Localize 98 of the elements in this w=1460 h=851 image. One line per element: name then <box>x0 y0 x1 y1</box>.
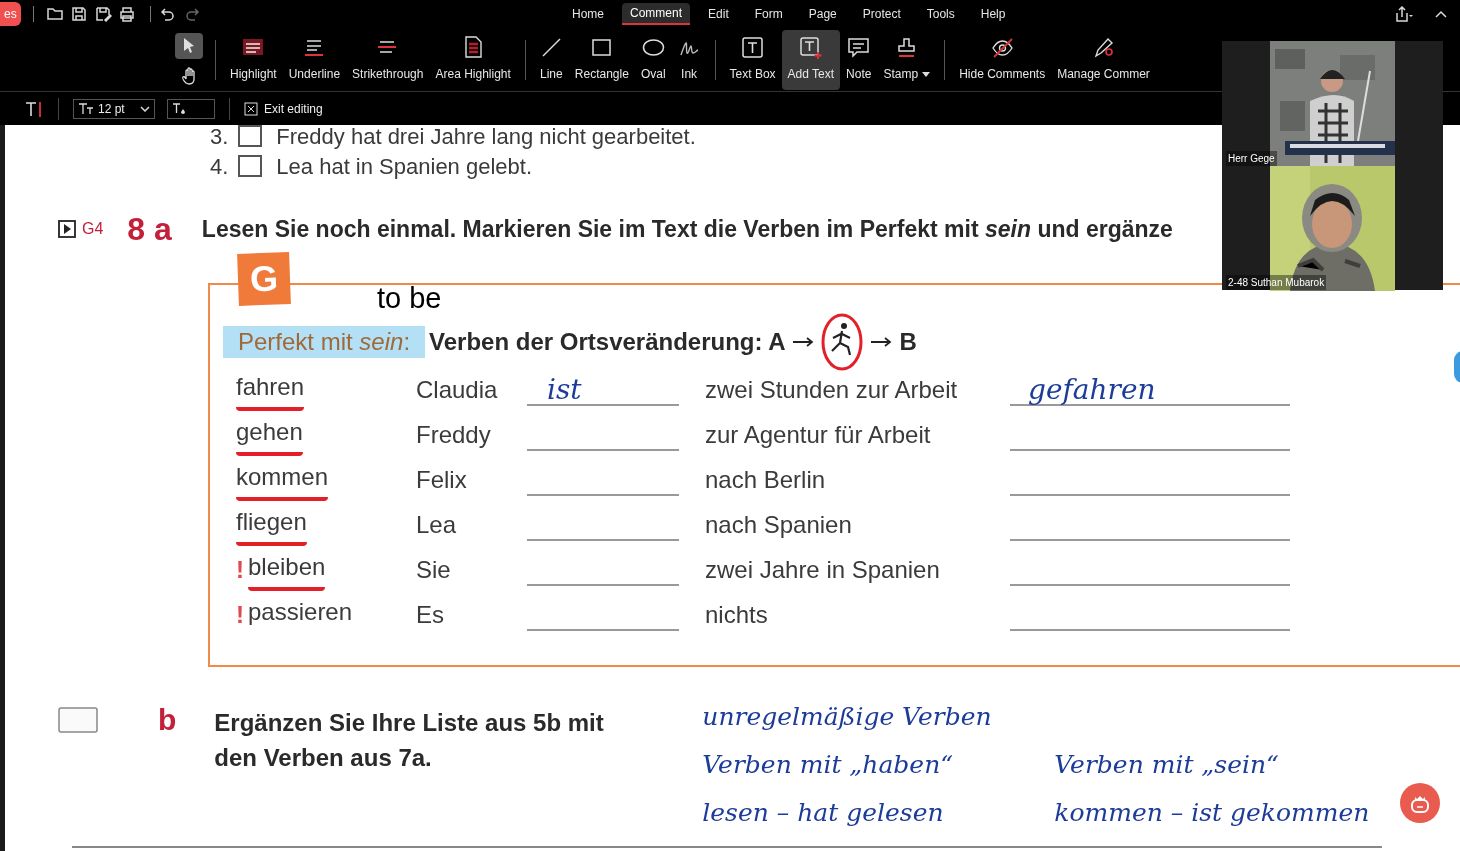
rule-text: Verben der Ortsveränderung: A <box>429 327 786 357</box>
hand-icon <box>181 66 197 85</box>
participant-name: Herr Gege <box>1226 151 1277 166</box>
close-icon <box>244 101 258 116</box>
arrow-icon <box>869 336 894 348</box>
typed-note: to be <box>377 281 442 316</box>
rule-label: Perfekt mit sein: <box>223 326 426 358</box>
text-color-icon <box>172 102 186 115</box>
phrase: nichts <box>705 599 769 630</box>
share-icon <box>1394 6 1414 22</box>
handwritten-note: kommen – ist gekommen <box>1054 796 1370 829</box>
item-number: 3. <box>210 125 229 151</box>
text-cursor-icon <box>24 99 44 118</box>
exercise-letter: b <box>158 705 177 735</box>
tool-button[interactable]: Stamp <box>877 29 937 90</box>
phrase: nach Spanien <box>705 509 853 540</box>
tool-button[interactable]: Line <box>533 29 569 90</box>
collapse-icon <box>1434 9 1448 19</box>
print-icon <box>117 5 136 23</box>
subject: Felix <box>416 464 468 495</box>
verb: kommen <box>236 458 329 501</box>
fill-in-line[interactable]: ist <box>527 373 679 406</box>
subject: Sie <box>416 554 452 585</box>
exercise-instruction: Ergänzen Sie Ihre Liste aus 5b mit den Verben aus 7a. <box>214 708 605 773</box>
menu-tab[interactable]: Tools <box>918 3 963 25</box>
handwritten-note: lesen – hat gelesen <box>702 796 945 829</box>
screen-icon <box>58 707 98 735</box>
rule-text: B <box>899 327 917 357</box>
item-number: 4. <box>210 152 229 181</box>
subject: Freddy <box>416 419 492 450</box>
tool-button[interactable]: Text Box <box>723 29 782 90</box>
phrase: zwei Jahre in Spanien <box>705 554 941 585</box>
subject: Es <box>416 599 445 630</box>
exit-editing-button[interactable]: Exit editing <box>244 99 323 118</box>
fill-in-line[interactable]: gefahren <box>1010 373 1290 406</box>
folder-icon <box>45 5 64 23</box>
verb: bleiben <box>248 548 326 591</box>
undo-icon <box>158 5 177 23</box>
grammar-reference[interactable]: G4 <box>82 217 104 241</box>
tool-button[interactable]: Ink <box>671 29 707 90</box>
grammar-badge: G <box>237 252 291 306</box>
text-color-field[interactable] <box>167 98 215 119</box>
text-box-icon <box>741 36 765 59</box>
note-icon <box>847 36 871 59</box>
exclamation-mark: ! <box>236 554 244 585</box>
verb: passieren <box>248 596 353 627</box>
exercise-number: 8 a <box>127 210 172 249</box>
oval-icon <box>641 36 665 59</box>
menu-tab[interactable]: Comment <box>622 3 691 25</box>
rectangle-icon <box>590 36 614 59</box>
tool-button[interactable]: Strikethrough <box>346 29 430 90</box>
handwritten-note: unregelmäßige Verben <box>702 700 993 733</box>
exercise-instruction: Lesen Sie noch einmal. Markieren Sie im Text die Verben im Perfekt mit sein und ergänze <box>201 214 1173 244</box>
menu-tab[interactable]: Help <box>972 3 1014 25</box>
save-as-icon <box>93 5 112 23</box>
menu-tab[interactable]: Edit <box>700 3 737 25</box>
subject: Claudia <box>416 374 499 405</box>
handwritten-note: Verben mit „sein“ <box>1054 748 1279 781</box>
chevron-down-icon <box>140 105 150 112</box>
tool-button[interactable]: Area Highlight <box>429 29 517 90</box>
phrase: zur Agentur für Arbeit <box>705 419 932 450</box>
menu-tab[interactable]: Home <box>564 3 612 25</box>
checkbox[interactable] <box>238 125 263 147</box>
statement-text: Freddy hat drei Jahre lang nicht gearbeitet. <box>276 125 696 151</box>
tool-button[interactable]: Oval <box>634 29 672 90</box>
participant-name: 2-48 Suthan Mubarok <box>1226 275 1327 290</box>
tool-button[interactable]: Hide Comments <box>953 29 1052 90</box>
phrase: zwei Stunden zur Arbeit <box>705 374 959 405</box>
statement-text: Lea hat in Spanien gelebt. <box>276 152 532 181</box>
eye-crossed-icon <box>990 36 1014 59</box>
arrow-icon <box>791 336 816 348</box>
tool-button[interactable]: Note <box>840 29 878 90</box>
exclamation-mark: ! <box>236 599 244 630</box>
subject: Lea <box>416 509 458 540</box>
menu-tab[interactable]: Page <box>800 3 845 25</box>
tool-button[interactable]: Rectangle <box>568 29 635 90</box>
pointer-icon <box>183 37 195 54</box>
tool-button[interactable]: Add Text <box>781 29 841 90</box>
font-size-icon <box>78 102 94 115</box>
tool-button[interactable]: Manage Commer <box>1051 29 1156 90</box>
walking-figure-icon <box>819 312 864 372</box>
font-size-field[interactable]: 12 pt <box>73 98 155 119</box>
handwritten-note: Verben mit „haben“ <box>702 748 954 781</box>
checkbox[interactable] <box>238 155 263 177</box>
save-icon <box>69 5 88 23</box>
verb: fliegen <box>236 503 307 546</box>
assistant-button[interactable] <box>1400 783 1440 823</box>
play-icon <box>58 220 76 238</box>
verb: fahren <box>236 368 305 411</box>
phrase: nach Berlin <box>705 464 827 495</box>
add-text-icon <box>799 36 823 59</box>
select-tool-button[interactable] <box>175 32 203 59</box>
file-tab[interactable]: es <box>0 2 21 26</box>
verb: gehen <box>236 413 303 456</box>
menu-tab[interactable]: Protect <box>854 3 909 25</box>
tool-button[interactable]: Highlight <box>224 29 283 90</box>
menu-tab[interactable]: Form <box>746 3 791 25</box>
tool-button[interactable]: Underline <box>282 29 347 90</box>
